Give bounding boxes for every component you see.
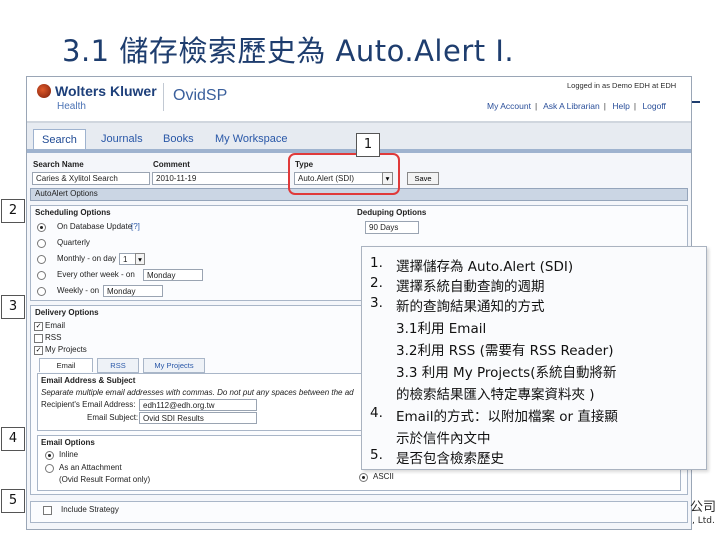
logo-divider [163,83,164,111]
note-line: 3.3 利用 My Projects(系統自動將新 [396,365,617,381]
subtab-email[interactable]: Email [39,358,93,372]
email-option-label: Email [45,321,66,330]
radio-monthly[interactable] [37,255,46,264]
footer-company-fragment: 公司 [690,500,717,515]
recipient-label: Recipient's Email Address: [41,400,136,409]
badge-3: 3 [1,295,25,319]
ovid-header: Wolters Kluwer Health OvidSP Logged in a… [27,77,691,123]
wolters-kluwer-logo-icon [37,84,51,98]
product-name: OvidSP [173,87,228,104]
radio-weekly[interactable] [37,287,46,296]
email-checkbox[interactable]: ✓ [34,322,43,331]
subject-label: Email Subject: [87,413,139,422]
radio-inline[interactable] [45,451,54,460]
quarterly-label: Quarterly [57,238,90,247]
badge-5: 5 [1,489,25,513]
footer-ltd-fragment: , Ltd. [692,516,715,526]
link-help[interactable]: Help [612,101,629,111]
note-line: 選擇系統自動查詢的週期 [396,279,545,295]
on-db-update-label: On Database Update [57,222,133,231]
deduping-title: Deduping Options [357,208,427,217]
note-line: 是否包含檢索歷史 [396,451,504,467]
note-line: 的檢索結果匯入特定專案資料夾 ) [396,387,595,403]
brand-sub: Health [57,101,86,112]
note-line: 示於信件內文中 [396,431,491,447]
include-strategy-section [30,501,688,523]
instruction-notes: 1. 選擇儲存為 Auto.Alert (SDI) 2. 選擇系統自動查詢的週期… [361,246,707,470]
attachment-note: (Ovid Result Format only) [59,475,151,484]
note-line: 新的查詢結果通知的方式 [396,299,545,315]
weekly-day-select[interactable]: Monday [103,285,163,297]
include-strategy-label: Include Strategy [61,505,119,514]
email-address-title: Email Address & Subject [41,376,136,385]
deduping-select[interactable]: 90 Days [365,221,419,234]
tab-journals[interactable]: Journals [101,129,143,149]
note-line: 3.1利用 Email [396,321,487,337]
search-name-label: Search Name [33,160,84,169]
note-line: 選擇儲存為 Auto.Alert (SDI) [396,259,574,275]
autoalert-options-label: AutoAlert Options [35,189,98,198]
save-button[interactable]: Save [407,172,439,185]
my-projects-checkbox[interactable]: ✓ [34,346,43,355]
subtab-rss[interactable]: RSS [97,358,139,373]
radio-attachment[interactable] [45,464,54,473]
help-link[interactable]: [?] [131,222,140,231]
note-line: Email的方式：以附加檔案 or 直接顯 [396,409,618,425]
tab-my-workspace[interactable]: My Workspace [215,129,288,149]
delivery-subtabs: Email RSS My Projects [39,358,279,373]
note-number: 3. [370,295,383,311]
radio-quarterly[interactable] [37,239,46,248]
subject-input[interactable]: Ovid SDI Results [139,412,257,424]
weekly-label: Weekly - on [57,286,100,295]
logged-in-text: Logged in as Demo EDH at EDH [567,81,677,90]
email-options-title: Email Options [41,438,95,447]
search-name-input[interactable]: Caries & Xylitol Search [32,172,150,185]
subtab-my-projects[interactable]: My Projects [143,358,205,373]
include-strategy-checkbox[interactable] [43,506,52,515]
tab-books[interactable]: Books [163,129,194,149]
link-my-account[interactable]: My Account [487,101,531,111]
my-projects-option-label: My Projects [45,345,87,354]
monthly-label: Monthly - on day [57,254,117,263]
slide-title: 3.1 儲存檢索歷史為 Auto.Alert I. [62,34,515,68]
tab-search[interactable]: Search [33,129,86,150]
type-highlight-box [288,153,400,195]
attachment-label: As an Attachment [59,463,122,472]
ascii-label: ASCII [373,472,394,481]
badge-1: 1 [356,133,380,157]
chevron-down-icon[interactable]: ▾ [135,253,145,265]
note-line: 3.2利用 RSS (需要有 RSS Reader) [396,343,614,359]
rss-checkbox[interactable] [34,334,43,343]
note-number: 1. [370,255,383,271]
every-other-week-day-select[interactable]: Monday [143,269,203,281]
radio-on-db-update[interactable] [37,223,46,232]
rss-option-label: RSS [45,333,62,342]
note-number: 4. [370,405,383,421]
link-ask-librarian[interactable]: Ask A Librarian [543,101,600,111]
badge-2: 2 [1,199,25,223]
badge-4: 4 [1,427,25,451]
delivery-title: Delivery Options [35,308,99,317]
inline-label: Inline [59,450,79,459]
every-other-week-label: Every other week - on [57,270,135,279]
note-number: 5. [370,447,383,463]
radio-every-other-week[interactable] [37,271,46,280]
recipient-input[interactable]: edh112@edh.org.tw [139,399,257,411]
top-links: My Account | Ask A Librarian | Help | Logof… [487,101,666,111]
scheduling-title: Scheduling Options [35,208,111,217]
note-number: 2. [370,275,383,291]
radio-ascii[interactable] [359,473,368,482]
brand-name: Wolters Kluwer [55,83,157,99]
comment-input[interactable]: 2010-11-19 [152,172,290,185]
email-warning: Separate multiple email addresses with c… [41,388,354,397]
comment-label: Comment [153,160,190,169]
link-logoff[interactable]: Logoff [642,101,665,111]
